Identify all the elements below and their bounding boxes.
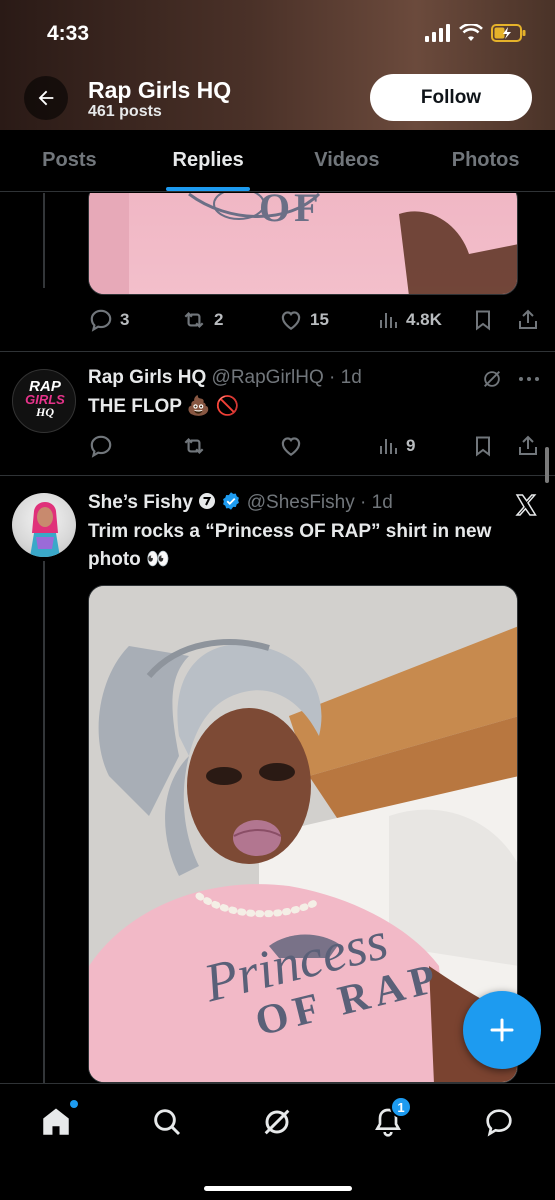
post-actions: 3 2 15 4.8K bbox=[88, 305, 538, 335]
notifications-badge: 1 bbox=[390, 1096, 412, 1118]
reply-action[interactable] bbox=[88, 433, 114, 459]
post-time: 1d bbox=[371, 492, 393, 513]
views-icon bbox=[380, 439, 397, 454]
post-header: She’s Fishy @ShesFishy · 1d bbox=[88, 492, 393, 513]
reply-icon bbox=[90, 309, 112, 332]
author-handle[interactable]: @RapGirlHQ bbox=[212, 367, 324, 388]
like-action[interactable]: 15 bbox=[278, 307, 329, 333]
post-count: 461 posts bbox=[88, 103, 162, 120]
views-count: 9 bbox=[406, 436, 416, 455]
views-action[interactable]: 4.8K bbox=[376, 308, 442, 332]
arrow-left-icon bbox=[38, 90, 54, 106]
x-logo-icon bbox=[515, 494, 537, 516]
like-count: 15 bbox=[310, 310, 329, 329]
bookmark-action[interactable] bbox=[471, 308, 495, 332]
messages-icon bbox=[486, 1109, 512, 1137]
grok-icon[interactable] bbox=[481, 368, 503, 390]
reply-action[interactable]: 3 bbox=[88, 307, 129, 333]
nav-grok[interactable] bbox=[255, 1100, 299, 1144]
timeline-feed[interactable]: OF 3 2 15 4.8K RAP GIRLS HQ Rap Girls HQ… bbox=[0, 193, 555, 1083]
status-bar: 4:33 bbox=[0, 22, 555, 48]
verified-badge-icon bbox=[223, 492, 240, 510]
battery-icon bbox=[491, 24, 526, 42]
scrollbar[interactable] bbox=[545, 447, 549, 483]
nav-home[interactable] bbox=[34, 1100, 78, 1144]
nav-notifications[interactable]: 1 bbox=[366, 1096, 412, 1144]
avatar[interactable] bbox=[12, 493, 76, 557]
repost-action[interactable] bbox=[180, 433, 208, 459]
reply-icon bbox=[90, 435, 112, 458]
author-name[interactable]: Rap Girls HQ bbox=[88, 367, 206, 388]
post-text: Trim rocks a “Princess OF RAP” shirt in … bbox=[88, 521, 492, 570]
signal-icon bbox=[425, 24, 450, 42]
bookmark-icon bbox=[476, 436, 490, 457]
shirt-text: OF bbox=[259, 193, 323, 230]
thread-line bbox=[43, 193, 45, 288]
views-action[interactable]: 9 bbox=[376, 434, 415, 458]
author-name[interactable]: She’s Fishy bbox=[88, 492, 193, 513]
home-icon bbox=[43, 1108, 69, 1135]
tab-videos[interactable]: Videos bbox=[278, 130, 417, 191]
plus-icon bbox=[490, 1018, 514, 1042]
tab-replies[interactable]: Replies bbox=[139, 130, 278, 191]
heart-icon bbox=[281, 437, 301, 456]
status-icons bbox=[425, 24, 527, 42]
views-count: 4.8K bbox=[406, 310, 442, 329]
account-name: Rap Girls HQ bbox=[88, 77, 232, 103]
account-title-block: Rap Girls HQ 461 posts bbox=[88, 77, 231, 121]
post-image[interactable]: Princess OF RAP bbox=[88, 585, 518, 1083]
post-time: 1d bbox=[340, 367, 362, 388]
post-text: THE FLOP 💩 🚫 bbox=[88, 396, 240, 417]
avatar-logo-text: HQ bbox=[36, 405, 54, 419]
grok-icon bbox=[264, 1109, 290, 1135]
tab-posts[interactable]: Posts bbox=[0, 130, 139, 191]
share-action[interactable] bbox=[516, 308, 540, 332]
bookmark-action[interactable] bbox=[471, 434, 495, 458]
affiliate-badge-icon bbox=[199, 493, 216, 509]
avatar[interactable]: RAP GIRLS HQ bbox=[12, 369, 76, 433]
share-icon bbox=[519, 309, 537, 329]
tab-photos[interactable]: Photos bbox=[416, 130, 555, 191]
like-action[interactable] bbox=[278, 433, 304, 459]
post-divider bbox=[0, 351, 555, 352]
nav-messages[interactable] bbox=[477, 1100, 521, 1144]
wifi-icon bbox=[459, 24, 483, 41]
follow-button[interactable]: Follow bbox=[370, 74, 532, 121]
nav-search[interactable] bbox=[145, 1100, 189, 1144]
bottom-navigation: 1 bbox=[0, 1083, 555, 1200]
search-icon bbox=[154, 1109, 181, 1136]
repost-count: 2 bbox=[214, 310, 224, 329]
post-divider bbox=[0, 475, 555, 476]
more-icon[interactable] bbox=[518, 371, 540, 387]
thread-line bbox=[43, 561, 45, 1083]
repost-icon bbox=[184, 311, 204, 329]
share-icon bbox=[519, 435, 537, 455]
post-image[interactable]: OF bbox=[88, 193, 518, 295]
heart-icon bbox=[281, 311, 301, 330]
home-indicator bbox=[203, 1186, 352, 1191]
status-time: 4:33 bbox=[47, 22, 90, 45]
bookmark-icon bbox=[476, 310, 490, 331]
author-handle[interactable]: @ShesFishy bbox=[247, 492, 355, 513]
repost-icon bbox=[184, 437, 204, 455]
back-button[interactable] bbox=[24, 76, 68, 120]
reply-count: 3 bbox=[120, 310, 130, 329]
share-action[interactable] bbox=[516, 434, 540, 458]
profile-header: 4:33 Rap Girls HQ 461 posts Follow bbox=[0, 0, 555, 130]
repost-action[interactable]: 2 bbox=[180, 307, 223, 333]
avatar-figure bbox=[30, 502, 60, 557]
compose-button[interactable] bbox=[463, 991, 541, 1069]
post-header: Rap Girls HQ @RapGirlHQ · 1d bbox=[88, 367, 362, 388]
views-icon bbox=[380, 313, 397, 328]
unread-dot bbox=[70, 1100, 78, 1108]
post-actions: 9 bbox=[88, 431, 538, 461]
profile-tabs: Posts Replies Videos Photos bbox=[0, 130, 555, 192]
